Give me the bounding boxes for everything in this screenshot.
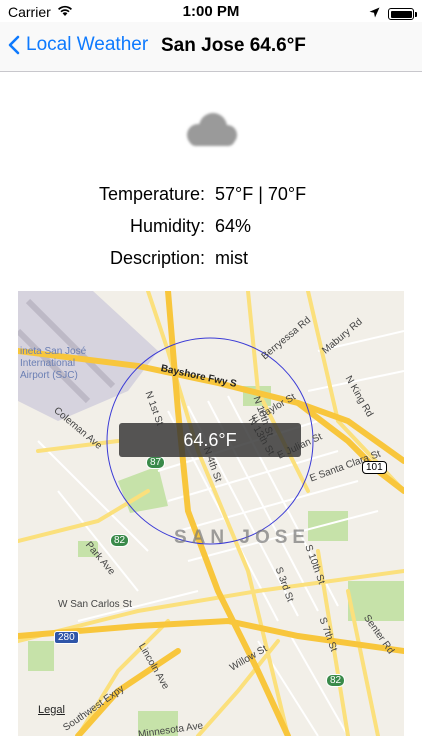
temperature-value: 57°F | 70°F <box>215 184 307 204</box>
map-label-airport: Airport (SJC) <box>20 370 78 381</box>
map-view[interactable]: ineta San José International Airport (SJ… <box>18 291 404 736</box>
back-button-label: Local Weather <box>26 34 149 55</box>
temperature-label: Temperature: <box>98 184 205 204</box>
map-label-street: W San Carlos St <box>58 599 132 610</box>
status-bar: Carrier 1:00 PM <box>0 0 422 22</box>
temperature-row: Temperature: 57°F | 70°F <box>0 184 422 208</box>
park-area <box>28 641 54 671</box>
interstate-280-shield: 280 <box>54 631 79 644</box>
highway-87-shield: 87 <box>146 456 166 469</box>
city-label: SAN JOSE <box>174 527 311 548</box>
location-arrow-icon <box>369 5 380 23</box>
back-button[interactable]: Local Weather <box>8 34 148 56</box>
cloud-icon <box>180 108 242 152</box>
map-graphics <box>18 291 404 736</box>
map-label-airport: ineta San José <box>20 346 87 357</box>
battery-fill <box>390 10 412 18</box>
battery-icon <box>388 8 417 20</box>
highway-101-shield: 101 <box>362 461 387 474</box>
page-title: San Jose 64.6°F <box>161 35 306 56</box>
humidity-row: Humidity: 64% <box>0 216 422 240</box>
park-area <box>308 511 348 541</box>
description-label: Description: <box>109 248 205 268</box>
description-value: mist <box>215 248 248 268</box>
chevron-left-icon <box>8 35 20 55</box>
humidity-label: Humidity: <box>129 216 205 236</box>
status-time: 1:00 PM <box>182 3 240 20</box>
legal-link[interactable]: Legal <box>38 704 65 716</box>
navigation-bar: Local Weather San Jose 64.6°F <box>0 22 422 72</box>
humidity-value: 64% <box>215 216 252 236</box>
highway-82-shield: 82 <box>326 674 346 687</box>
park-area <box>348 581 404 621</box>
description-row: Description: mist <box>0 248 422 272</box>
temperature-overlay: 64.6°F <box>119 423 301 457</box>
map-label-airport: International <box>20 358 76 369</box>
status-right <box>369 5 417 23</box>
highway-82-shield: 82 <box>110 534 130 547</box>
